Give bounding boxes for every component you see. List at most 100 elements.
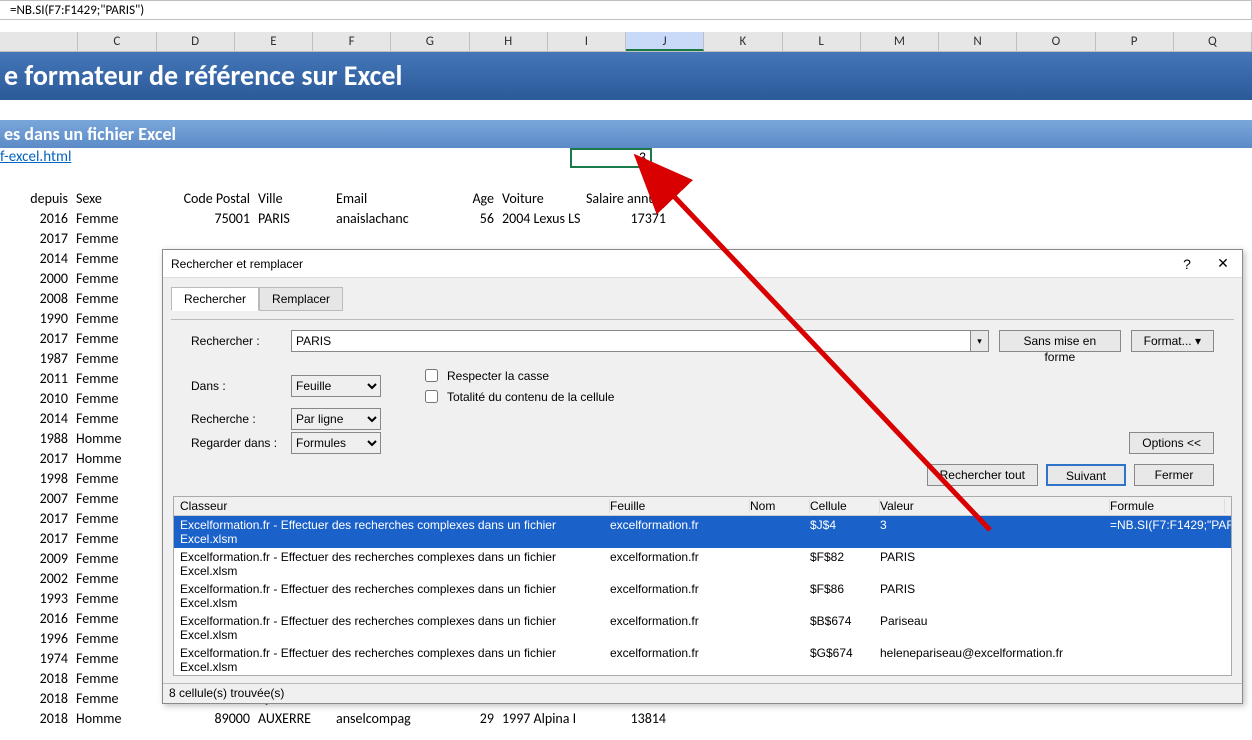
cell[interactable]: 29 (418, 710, 498, 730)
cell[interactable]: Femme (72, 370, 172, 390)
cell[interactable]: 2008 (0, 290, 72, 310)
column-header-D[interactable]: D (157, 32, 235, 51)
cell[interactable]: 2014 (0, 250, 72, 270)
cell[interactable]: 2016 (0, 610, 72, 630)
cell[interactable]: Homme (72, 450, 172, 470)
cell[interactable]: 2000 (0, 270, 72, 290)
find-replace-dialog[interactable]: Rechercher et remplacer ? ✕ Rechercher R… (162, 249, 1243, 704)
hyperlink-cell[interactable]: f-excel.html (0, 148, 71, 166)
cell[interactable]: 1974 (0, 650, 72, 670)
find-all-button[interactable]: Rechercher tout (927, 464, 1038, 486)
cell[interactable] (498, 230, 580, 250)
cell[interactable]: Femme (72, 570, 172, 590)
options-button[interactable]: Options << (1129, 432, 1214, 454)
cell[interactable]: Homme (72, 710, 172, 730)
cell[interactable]: Femme (72, 410, 172, 430)
cell[interactable]: 13814 (580, 710, 670, 730)
cell[interactable]: 1996 (0, 630, 72, 650)
cell[interactable]: 89000 (172, 710, 254, 730)
cell[interactable]: PARIS (254, 210, 334, 230)
search-dropdown-icon[interactable]: ▾ (971, 330, 989, 352)
cell[interactable]: Femme (72, 550, 172, 570)
cell[interactable]: Femme (72, 470, 172, 490)
cell[interactable]: 2007 (0, 490, 72, 510)
column-header-blank[interactable] (0, 32, 78, 51)
cell[interactable]: 17371 (580, 210, 670, 230)
cell[interactable]: Femme (72, 270, 172, 290)
close-button[interactable]: Fermer (1134, 464, 1214, 486)
results-row[interactable]: Excelformation.fr - Effectuer des recher… (174, 548, 1231, 580)
column-header-L[interactable]: L (783, 32, 861, 51)
column-header-Q[interactable]: Q (1174, 32, 1252, 51)
cell[interactable]: Femme (72, 250, 172, 270)
cell[interactable]: 1997 Alpina I (498, 710, 580, 730)
formula-bar[interactable]: =NB.SI(F7:F1429;"PARIS") (0, 0, 1252, 20)
close-icon[interactable]: ✕ (1212, 255, 1234, 272)
no-format-button[interactable]: Sans mise en forme (999, 330, 1121, 352)
tab-replace[interactable]: Remplacer (259, 287, 343, 311)
results-row[interactable]: Excelformation.fr - Effectuer des recher… (174, 612, 1231, 644)
cell[interactable]: 2011 (0, 370, 72, 390)
cell[interactable]: Femme (72, 350, 172, 370)
table-row[interactable]: 2017Femme (0, 230, 1252, 250)
cell[interactable]: 1993 (0, 590, 72, 610)
selected-cell-j4[interactable]: 3 (570, 148, 652, 168)
cell[interactable]: Femme (72, 210, 172, 230)
results-list[interactable]: Classeur Feuille Nom Cellule Valeur Form… (173, 496, 1232, 676)
table-row[interactable]: 2018Homme89000AUXERREanselcompag291997 A… (0, 710, 1252, 730)
cell[interactable]: 2010 (0, 390, 72, 410)
column-header-N[interactable]: N (939, 32, 1017, 51)
column-header-H[interactable]: H (470, 32, 548, 51)
cell[interactable]: Femme (72, 510, 172, 530)
table-row[interactable]: 2016Femme75001PARISanaislachanc562004 Le… (0, 210, 1252, 230)
cell[interactable] (254, 230, 334, 250)
dialog-titlebar[interactable]: Rechercher et remplacer ? ✕ (163, 250, 1242, 278)
cell[interactable]: 56 (418, 210, 498, 230)
cell[interactable]: 2016 (0, 210, 72, 230)
column-header-P[interactable]: P (1096, 32, 1174, 51)
column-header-C[interactable]: C (78, 32, 156, 51)
tab-search[interactable]: Rechercher (171, 287, 259, 311)
help-icon[interactable]: ? (1176, 256, 1198, 272)
cell[interactable]: Femme (72, 670, 172, 690)
cell[interactable]: 2017 (0, 230, 72, 250)
cell[interactable]: Femme (72, 230, 172, 250)
cell[interactable]: Femme (72, 530, 172, 550)
fill-handle[interactable] (647, 163, 653, 169)
column-header-M[interactable]: M (861, 32, 939, 51)
cell[interactable]: Femme (72, 310, 172, 330)
cell[interactable]: 2017 (0, 330, 72, 350)
cell[interactable]: 2009 (0, 550, 72, 570)
results-row[interactable]: Excelformation.fr - Effectuer des recher… (174, 644, 1231, 676)
cell[interactable]: Femme (72, 630, 172, 650)
checkbox-whole[interactable]: Totalité du contenu de la cellule (421, 387, 1204, 406)
find-next-button[interactable]: Suivant (1046, 464, 1126, 486)
cell[interactable]: 1988 (0, 430, 72, 450)
cell[interactable]: Homme (72, 430, 172, 450)
column-header-K[interactable]: K (704, 32, 782, 51)
checkbox-whole-input[interactable] (425, 390, 438, 403)
results-row[interactable]: Excelformation.fr - Effectuer des recher… (174, 516, 1231, 548)
cell[interactable]: anaislachanc (334, 210, 418, 230)
cell[interactable]: Femme (72, 330, 172, 350)
column-header-F[interactable]: F (313, 32, 391, 51)
column-header-E[interactable]: E (235, 32, 313, 51)
search-input[interactable] (291, 330, 971, 352)
cell[interactable] (580, 230, 670, 250)
cell[interactable]: 1998 (0, 470, 72, 490)
results-row[interactable]: Excelformation.fr - Effectuer des recher… (174, 580, 1231, 612)
cell[interactable]: anselcompag (334, 710, 418, 730)
cell[interactable]: 2017 (0, 510, 72, 530)
cell[interactable]: 2018 (0, 690, 72, 710)
select-lookin[interactable]: Formules (291, 432, 381, 454)
cell[interactable]: 2002 (0, 570, 72, 590)
cell[interactable]: Femme (72, 650, 172, 670)
cell[interactable]: Femme (72, 290, 172, 310)
cell[interactable]: Femme (72, 390, 172, 410)
cell[interactable] (418, 230, 498, 250)
cell[interactable]: 2014 (0, 410, 72, 430)
format-button[interactable]: Format... ▾ (1131, 330, 1214, 352)
column-header-I[interactable]: I (548, 32, 626, 51)
cell[interactable]: 2004 Lexus LS (498, 210, 580, 230)
cell[interactable]: AUXERRE (254, 710, 334, 730)
